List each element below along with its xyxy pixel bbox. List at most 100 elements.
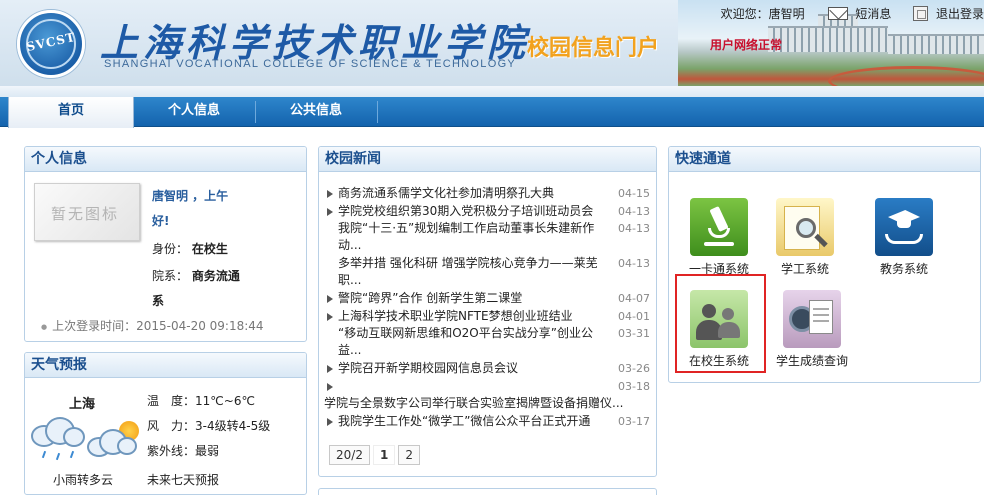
greeting-line-1: 唐智明 ，上午 [152, 189, 229, 203]
news-date: 03-18 [618, 379, 650, 393]
wind-value: 3-4级转4-5级 [195, 419, 271, 433]
weather-title: 天气预报 [25, 353, 306, 378]
news-date: 04-13 [618, 222, 650, 235]
news-date: 04-13 [618, 204, 650, 218]
bullet-icon [327, 190, 333, 198]
temperature-value: 11℃~6℃ [195, 394, 255, 408]
folder-search-icon [776, 198, 834, 256]
personal-info-title: 个人信息 [25, 147, 306, 172]
news-item[interactable]: 多举并措 强化科研 增强学院核心竞争力——莱芜职... 04-13 [324, 255, 650, 290]
nav-divider [377, 101, 378, 123]
news-title[interactable]: 商务流通系儒学文化社参加清明祭孔大典 [338, 185, 608, 202]
mail-icon[interactable] [828, 7, 849, 20]
news-title[interactable]: “移动互联网新思维和O2O平台实战分享”创业公益... [338, 325, 608, 359]
news-date: 03-17 [618, 414, 650, 428]
bullet-icon [327, 365, 333, 373]
news-item[interactable]: 学院党校组织第30期入党积极分子培训班动员会 04-13 [324, 203, 650, 221]
weather-description: 小雨转多云 [53, 473, 114, 487]
school-name-en: SHANGHAI VOCATIONAL COLLEGE OF SCIENCE &… [104, 58, 517, 70]
school-logo[interactable]: SVCST [17, 10, 85, 78]
tab-personal-info[interactable]: 个人信息 [134, 97, 254, 127]
quick-card-system[interactable]: 一卡通系统 [678, 198, 760, 277]
user-toolbar: 欢迎您：唐智明 短消息 退出登录 [721, 5, 984, 23]
news-item[interactable]: 警院“跨界”合作 创新学生第二课堂 04-07 [324, 290, 650, 308]
news-list: 商务流通系儒学文化社参加清明祭孔大典 04-15 学院党校组织第30期入党积极分子… [324, 185, 650, 430]
network-status: 用户网络正常 [710, 38, 783, 52]
portal-title: 校园信息门户 [527, 36, 660, 61]
news-title[interactable]: 学院与全景数字公司举行联合实验室揭牌暨设备捐赠仪... [324, 395, 624, 412]
film-clipboard-icon [783, 290, 841, 348]
campus-news-title: 校园新闻 [319, 147, 656, 172]
bullet-icon [327, 312, 333, 321]
seven-day-forecast-link[interactable]: 未来七天预报 [147, 471, 219, 488]
news-title[interactable]: 我院“十三·五”规划编制工作启动董事长朱建新作动... [338, 220, 608, 254]
campus-track [828, 66, 984, 86]
news-item[interactable]: 上海科学技术职业学院NFTE梦想创业班结业 04-01 [324, 308, 650, 326]
logout-link[interactable]: 退出登录 [936, 5, 984, 22]
last-login-time: 上次登录时间：2015-04-20 09:18:44 [41, 317, 263, 334]
tab-home[interactable]: 首页 [8, 97, 134, 128]
news-item[interactable]: 学院召开新学期校园网信息员会议 03-26 [324, 360, 650, 378]
graduation-cap-icon [875, 198, 933, 256]
identity-value: 在校生 [191, 242, 228, 256]
news-pager: 20/2 1 2 [329, 445, 423, 465]
news-item[interactable]: “移动互联网新思维和O2O平台实战分享”创业公益... 03-31 [324, 325, 650, 360]
quick-grade-query[interactable]: 学生成绩查询 [771, 290, 853, 369]
weather-panel: 天气预报 上海 温 度：11℃~6℃ 风 力：3-4级转4-5级 紫外线：最弱 … [24, 352, 307, 495]
uv-value: 最弱 [195, 444, 220, 458]
news-title[interactable]: 学院党校组织第30期入党积极分子培训班动员会 [338, 203, 608, 220]
news-date: 04-15 [618, 187, 650, 200]
news-date: 04-01 [618, 309, 650, 323]
bullet-icon [327, 417, 333, 426]
main-nav: 首页 个人信息 公共信息 [0, 97, 984, 128]
news-date: 03-26 [618, 362, 650, 375]
news-title[interactable]: 多举并措 强化科研 增强学院核心竞争力——莱芜职... [338, 255, 608, 289]
news-item[interactable]: 商务流通系儒学文化社参加清明祭孔大典 04-15 [324, 185, 650, 203]
quick-grade-query-label: 学生成绩查询 [775, 354, 848, 368]
identity-label: 身份： [152, 242, 189, 256]
messages-link[interactable]: 短消息 [855, 5, 891, 22]
pager-summary: 20/2 [329, 445, 370, 465]
quick-student-affairs[interactable]: 学工系统 [764, 198, 846, 277]
news-title[interactable]: 上海科学技术职业学院NFTE梦想创业班结业 [338, 308, 608, 325]
news-title[interactable]: 我院学生工作处“微学工”微信公众平台正式开通 [338, 413, 608, 430]
bullet-icon [327, 382, 333, 391]
quick-academic-affairs[interactable]: 教务系统 [863, 198, 945, 277]
avatar: 暂无图标 [34, 183, 140, 241]
microscope-icon [690, 198, 748, 256]
campus-news-panel: 校园新闻 商务流通系儒学文化社参加清明祭孔大典 04-15 学院党校组织第30期入… [318, 146, 657, 477]
quick-access-title: 快速通道 [669, 147, 980, 172]
greeting-line-2: 好! [152, 214, 170, 228]
quick-academic-affairs-label: 教务系统 [879, 262, 928, 276]
news-title[interactable]: 警院“跨界”合作 创新学生第二课堂 [338, 290, 608, 307]
news-item[interactable]: 学院与全景数字公司举行联合实验室揭牌暨设备捐赠仪... [324, 395, 650, 413]
uv-label: 紫外线： [147, 444, 196, 458]
dept-label: 院系： [152, 269, 189, 283]
news-date: 03-31 [618, 327, 650, 340]
news-item[interactable]: 我院学生工作处“微学工”微信公众平台正式开通 03-17 [324, 413, 650, 431]
wind-label: 风 力： [147, 419, 196, 433]
pager-page-1[interactable]: 1 [372, 445, 396, 465]
news-title[interactable]: 学院召开新学期校园网信息员会议 [338, 360, 608, 377]
personal-info-panel: 个人信息 暂无图标 唐智明 ，上午 好! 身份： 在校生 院系： 商务流通 系 … [24, 146, 307, 342]
nav-top-strip [0, 86, 984, 97]
campus-building [888, 34, 984, 54]
selection-highlight [675, 274, 766, 373]
campus-building [768, 26, 888, 52]
next-panel-edge [318, 488, 657, 495]
weather-city: 上海 [69, 397, 96, 412]
news-item-date-row: 03-18 [324, 378, 650, 396]
bullet-icon [327, 207, 333, 216]
bullet-icon [327, 295, 333, 303]
header: SVCST 上海科学技术职业学院 SHANGHAI VOCATIONAL COL… [0, 0, 984, 86]
pager-page-2[interactable]: 2 [398, 445, 420, 465]
news-item[interactable]: 我院“十三·五”规划编制工作启动董事长朱建新作动... 04-13 [324, 220, 650, 255]
news-date: 04-07 [618, 292, 650, 305]
quick-student-affairs-label: 学工系统 [780, 262, 829, 276]
avatar-placeholder-text: 暂无图标 [51, 205, 120, 223]
tab-public-info[interactable]: 公共信息 [256, 97, 376, 127]
news-date: 04-13 [618, 257, 650, 270]
dept-value: 商务流通 [191, 269, 240, 283]
dept-value-continued: 系 [152, 294, 165, 308]
logout-icon[interactable] [913, 6, 929, 21]
